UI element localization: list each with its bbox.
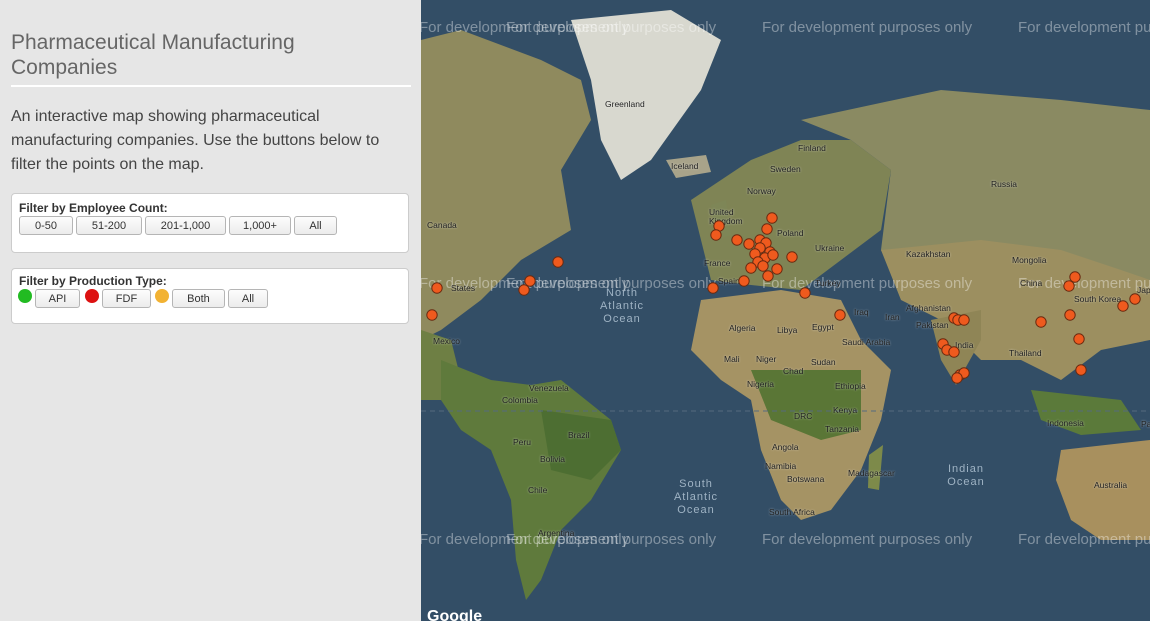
- filter-all-employee-button[interactable]: All: [294, 216, 337, 235]
- google-logo: Google: [427, 608, 483, 621]
- sidebar-panel: Pharmaceutical Manufacturing Companies A…: [0, 0, 421, 621]
- company-marker[interactable]: [710, 229, 722, 241]
- company-marker[interactable]: [731, 234, 743, 246]
- production-filter-label: Filter by Production Type:: [19, 274, 167, 288]
- company-marker[interactable]: [552, 256, 564, 268]
- company-marker[interactable]: [1117, 300, 1129, 312]
- company-marker[interactable]: [951, 372, 963, 384]
- company-marker[interactable]: [799, 287, 811, 299]
- company-marker[interactable]: [766, 212, 778, 224]
- company-marker[interactable]: [1075, 364, 1087, 376]
- filter-0-50-button[interactable]: 0-50: [19, 216, 73, 235]
- both-legend-dot: [155, 289, 169, 303]
- filter-all-production-button[interactable]: All: [228, 289, 268, 308]
- filter-fdf-button[interactable]: FDF: [102, 289, 151, 308]
- marker-layer: [426, 212, 1141, 384]
- page-description: An interactive map showing pharmaceutica…: [11, 108, 380, 173]
- company-marker[interactable]: [743, 238, 755, 250]
- company-marker[interactable]: [1069, 271, 1081, 283]
- company-marker[interactable]: [1064, 309, 1076, 321]
- title-divider: [11, 85, 411, 87]
- company-marker[interactable]: [761, 223, 773, 235]
- company-marker[interactable]: [1073, 333, 1085, 345]
- company-marker[interactable]: [958, 314, 970, 326]
- company-marker[interactable]: [745, 262, 757, 274]
- api-legend-dot: [18, 289, 32, 303]
- filter-both-button[interactable]: Both: [172, 289, 225, 308]
- company-marker[interactable]: [707, 282, 719, 294]
- filter-51-200-button[interactable]: 51-200: [76, 216, 142, 235]
- company-marker[interactable]: [757, 260, 769, 272]
- company-marker[interactable]: [1063, 280, 1075, 292]
- company-marker[interactable]: [767, 249, 779, 261]
- employee-filter-label: Filter by Employee Count:: [19, 201, 168, 215]
- company-marker[interactable]: [738, 275, 750, 287]
- company-marker[interactable]: [771, 263, 783, 275]
- company-marker[interactable]: [431, 282, 443, 294]
- company-marker[interactable]: [1129, 293, 1141, 305]
- fdf-legend-dot: [85, 289, 99, 303]
- company-marker[interactable]: [786, 251, 798, 263]
- filter-1000-plus-button[interactable]: 1,000+: [229, 216, 291, 235]
- page-title: Pharmaceutical Manufacturing Companies: [11, 31, 295, 79]
- company-marker[interactable]: [948, 346, 960, 358]
- world-map[interactable]: For development purposes only For develo…: [421, 0, 1150, 621]
- company-marker[interactable]: [762, 270, 774, 282]
- employee-filter-panel: Filter by Employee Count: 0-50 51-200 20…: [11, 193, 409, 253]
- company-marker[interactable]: [426, 309, 438, 321]
- filter-api-button[interactable]: API: [35, 289, 80, 308]
- company-marker[interactable]: [518, 284, 530, 296]
- company-marker[interactable]: [834, 309, 846, 321]
- filter-201-1000-button[interactable]: 201-1,000: [145, 216, 226, 235]
- company-marker[interactable]: [524, 275, 536, 287]
- production-filter-panel: Filter by Production Type: API FDF Both …: [11, 268, 409, 324]
- company-marker[interactable]: [1035, 316, 1047, 328]
